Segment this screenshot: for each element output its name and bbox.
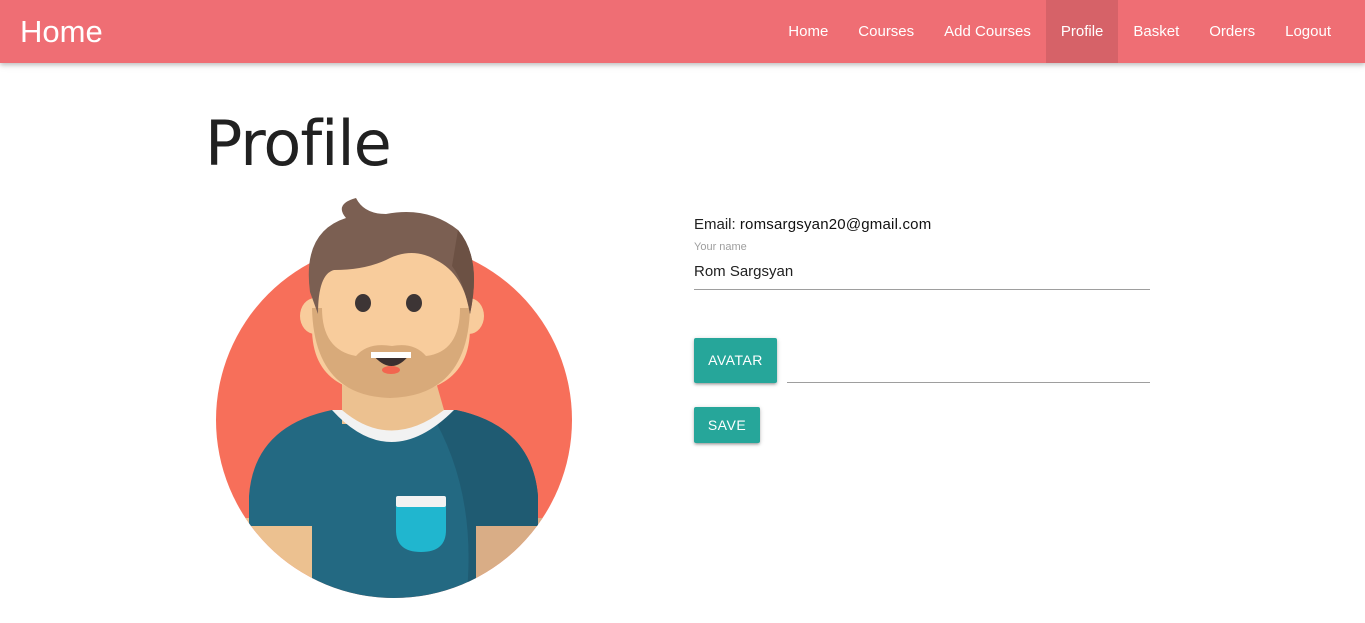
email-line: Email: romsargsyan20@gmail.com <box>694 213 1150 237</box>
top-navbar: Home Home Courses Add Courses Profile Ba… <box>0 0 1365 63</box>
profile-avatar <box>214 196 574 602</box>
profile-form: Email: romsargsyan20@gmail.com Your name… <box>694 213 1150 443</box>
nav-link-profile[interactable]: Profile <box>1045 0 1119 63</box>
avatar-upload-button[interactable]: Avatar <box>694 338 777 383</box>
email-value: romsargsyan20@gmail.com <box>739 216 932 233</box>
name-field-label: Your name <box>694 241 747 253</box>
avatar-file-field: Avatar <box>694 338 1150 384</box>
page-title: Profile <box>205 107 392 180</box>
bearded-man-avatar-icon <box>216 198 572 598</box>
brand-home-link[interactable]: Home <box>20 13 103 51</box>
nav-link-courses[interactable]: Courses <box>843 0 929 63</box>
name-input[interactable] <box>694 254 1150 290</box>
nav-links: Home Courses Add Courses Profile Basket … <box>773 0 1346 63</box>
avatar-file-path-input[interactable] <box>787 350 1150 383</box>
save-button[interactable]: Save <box>694 407 760 443</box>
nav-link-logout[interactable]: Logout <box>1270 0 1346 63</box>
email-label: Email: <box>694 216 736 233</box>
nav-link-home[interactable]: Home <box>773 0 843 63</box>
nav-link-orders[interactable]: Orders <box>1194 0 1270 63</box>
nav-link-add-courses[interactable]: Add Courses <box>929 0 1046 63</box>
nav-link-basket[interactable]: Basket <box>1118 0 1194 63</box>
